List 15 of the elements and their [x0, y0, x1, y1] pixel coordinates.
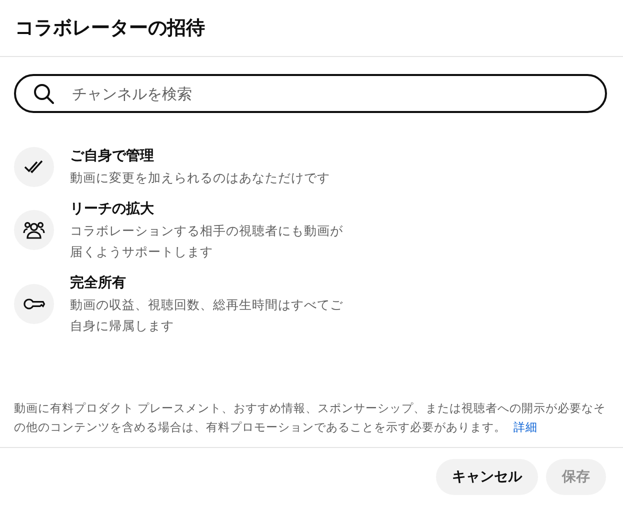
feature-title: リーチの拡大	[70, 200, 155, 219]
feature-title: ご自身で管理	[70, 147, 155, 166]
feature-description: 動画の収益、視聴回数、総再生時間はすべてご自身に帰属します	[70, 296, 344, 335]
feature-title: 完全所有	[70, 274, 127, 293]
feature-description: コラボレーションする相手の視聴者にも動画が届くようサポートします	[70, 222, 344, 261]
double-check-icon	[24, 160, 44, 174]
key-icon	[23, 298, 45, 310]
people-icon	[23, 220, 45, 240]
disclosure-notice: 動画に有料プロダクト プレースメント、おすすめ情報、スポンサーシップ、または視聴者への開示が必要なその他のコンテンツを含める場合は、有料プロモーションであることを示す必要があります。 詳細	[13, 400, 607, 436]
learn-more-link[interactable]: 詳細	[514, 420, 538, 434]
dialog-title: コラボレーターの招待	[15, 16, 205, 41]
feature-description: 動画に変更を加えられるのはあなただけです	[70, 169, 331, 187]
search-field[interactable]: チャンネルを検索	[14, 74, 607, 113]
cancel-button[interactable]: キャンセル	[436, 458, 538, 494]
search-icon	[32, 82, 56, 106]
